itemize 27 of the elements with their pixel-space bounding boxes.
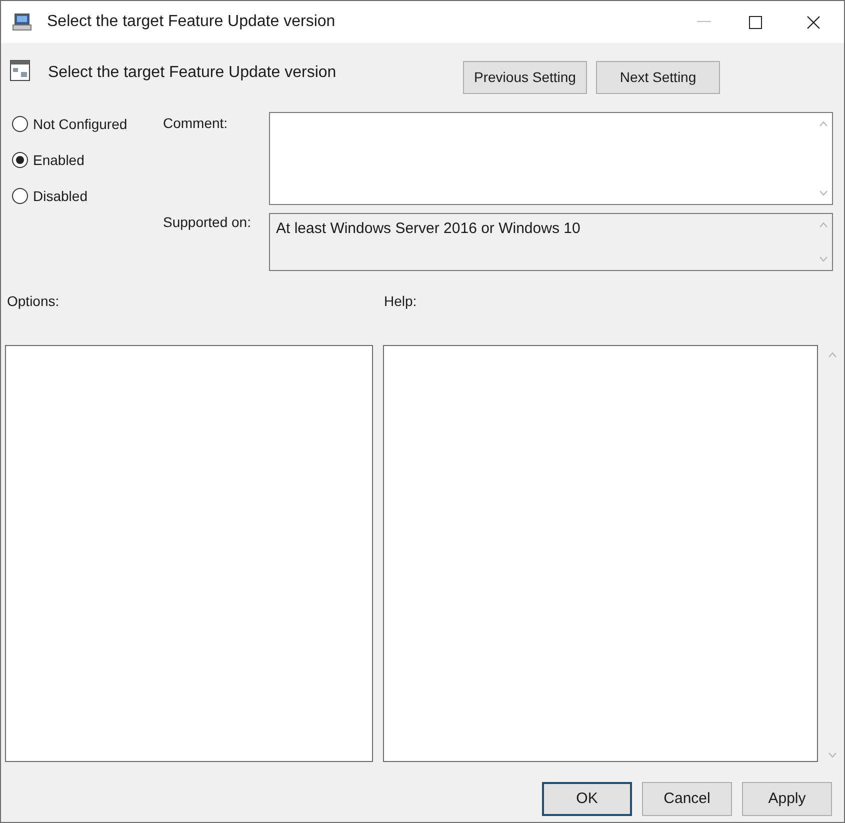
dialog-button[interactable]: OK [542, 782, 632, 816]
setting-title: Select the target Feature Update version [48, 63, 336, 83]
supported-on-label: Supported on: [163, 213, 252, 232]
scroll-down-icon[interactable] [819, 256, 828, 262]
options-label: Options: [7, 292, 60, 311]
state-radio[interactable]: Disabled [12, 186, 156, 206]
maximize-icon[interactable] [749, 16, 762, 28]
computer-icon [12, 13, 32, 31]
state-radio[interactable]: Not Configured [12, 114, 156, 134]
window-title: Select the target Feature Update version [47, 12, 336, 32]
comment-label: Comment: [163, 114, 229, 133]
close-icon[interactable] [807, 16, 820, 28]
supported-on-value: At least Windows Server 2016 or Windows 10 [275, 219, 582, 239]
dialog-button[interactable]: Cancel [642, 782, 732, 816]
setting-nav-button[interactable]: Next Setting [596, 61, 720, 94]
scroll-down-icon[interactable] [828, 752, 836, 758]
comment-field[interactable] [269, 112, 833, 205]
scroll-up-icon[interactable] [819, 222, 828, 228]
policy-icon [10, 60, 30, 81]
scroll-up-icon[interactable] [828, 352, 836, 358]
scroll-down-icon[interactable] [819, 190, 828, 196]
minimize-icon[interactable] [697, 21, 711, 23]
state-radio[interactable]: Enabled [12, 150, 156, 170]
dialog-button[interactable]: Apply [742, 782, 832, 816]
help-label: Help: [384, 292, 417, 311]
scroll-up-icon[interactable] [819, 121, 828, 127]
setting-nav-button[interactable]: Previous Setting [463, 61, 587, 94]
